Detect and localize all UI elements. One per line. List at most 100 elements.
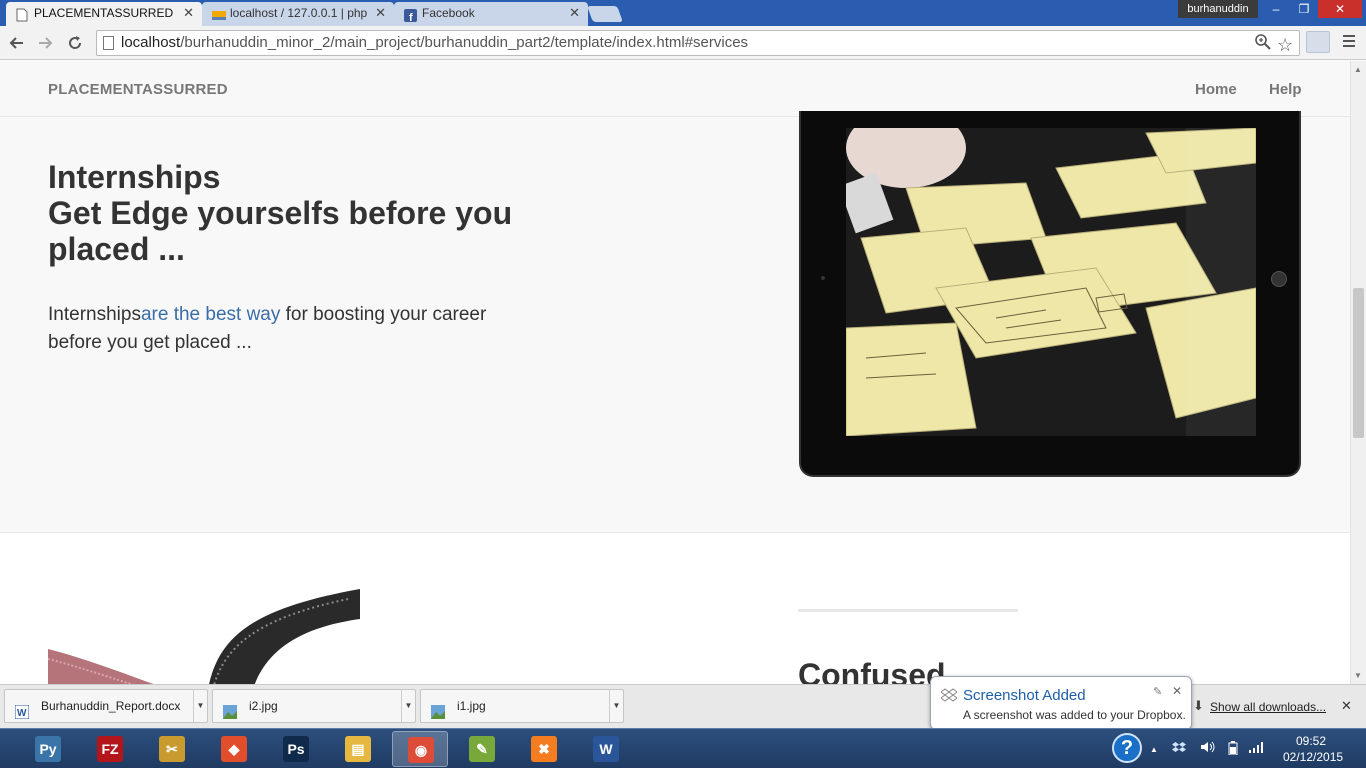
section-heading: Internships Get Edge yourselfs before yo… [48,159,528,267]
git-icon: ◆ [221,736,247,762]
svg-text:f: f [409,12,413,22]
clock-date[interactable]: 02/12/2015 [1283,750,1343,764]
notification-title: Screenshot Added [963,687,1086,704]
internships-section: Internships Get Edge yourselfs before yo… [0,111,1350,533]
tab-placementassurred[interactable]: PLACEMENTASSURRED ✕ [6,2,202,26]
battery-icon[interactable] [1228,741,1238,758]
dropbox-notification[interactable]: Screenshot Added A screenshot was added … [930,676,1192,739]
taskbar-app-photoshop[interactable]: Ps [268,731,324,767]
python-icon: Py [35,736,61,762]
windows-taskbar: Py FZ ✂ ◆ Ps ▤ ◉ ✎ ✖ W ? ▲ 09:52 02/12/2015 [0,728,1366,768]
clock-time[interactable]: 09:52 [1296,734,1326,748]
browser-toolbar: localhost/burhanuddin_minor_2/main_proje… [0,26,1366,60]
close-icon[interactable]: ✕ [183,2,194,24]
scrollbar-thumb[interactable] [1353,288,1364,438]
taskbar-app-notepad-plus[interactable]: ✎ [454,731,510,767]
close-icon[interactable]: ✕ [1172,684,1182,698]
download-item[interactable]: W Burhanuddin_Report.docx ▼ [4,689,208,723]
forward-arrow-icon[interactable] [34,32,56,54]
xampp-icon: ✖ [531,736,557,762]
back-arrow-icon[interactable] [6,32,28,54]
profile-badge[interactable]: burhanuddin [1178,0,1258,18]
chevron-down-icon[interactable]: ▼ [609,690,623,722]
section-lead: Internshipsare the best way for boosting… [48,301,518,357]
scroll-up-arrow-icon[interactable]: ▲ [1354,65,1362,74]
page-icon [16,7,29,22]
nav-link-home[interactable]: Home [1195,81,1237,98]
site-brand[interactable]: PLACEMENTASSURRED [48,81,228,98]
tab-facebook[interactable]: f Facebook ✕ [394,2,588,26]
lead-text: Internships [48,304,141,325]
dropbox-tray-icon[interactable] [1172,741,1186,756]
help-icon[interactable]: ? [1112,733,1142,763]
show-hidden-icons-arrow-icon[interactable]: ▲ [1150,745,1158,754]
close-icon[interactable]: ✕ [375,2,386,24]
taskbar-app-chrome[interactable]: ◉ [392,731,448,767]
reload-icon[interactable] [64,32,86,54]
taskbar-app-filezilla[interactable]: FZ [82,731,138,767]
network-signal-icon[interactable] [1248,741,1264,756]
close-icon[interactable]: ✕ [1341,698,1352,714]
word-icon: W [593,736,619,762]
tab-title: PLACEMENTASSURRED [34,6,174,20]
show-all-downloads-link[interactable]: Show all downloads... [1210,700,1326,714]
download-icon: ⬇ [1193,698,1204,713]
image-file-icon [431,699,445,719]
star-icon[interactable]: ☆ [1277,33,1293,57]
url-host: localhost [121,34,181,51]
phpmyadmin-icon [212,7,226,20]
maximize-button[interactable]: ❐ [1290,0,1318,18]
notification-body: A screenshot was added to your Dropbox. [963,708,1186,722]
tablet-image [799,111,1301,477]
tab-title: Facebook [422,6,475,20]
pin-icon[interactable]: ✎ [1153,685,1162,698]
site-navbar: PLACEMENTASSURRED Home Help [0,61,1350,117]
tablet-home-button [1271,271,1287,287]
chevron-down-icon[interactable]: ▼ [401,690,415,722]
url-path: /burhanuddin_minor_2/main_project/burhan… [180,34,749,51]
hamburger-menu-icon[interactable] [1342,32,1356,53]
tab-phpmyadmin[interactable]: localhost / 127.0.0.1 | php ✕ [202,2,394,26]
confused-section: Confused [0,533,1350,684]
sticky-notes-photo [846,128,1256,436]
page-scrollbar[interactable]: ▲ ▼ [1350,61,1366,684]
taskbar-app-git[interactable]: ◆ [206,731,262,767]
dropbox-icon [940,688,958,705]
new-tab-button[interactable] [587,6,623,22]
tab-title: localhost / 127.0.0.1 | php [230,6,368,20]
lead-link[interactable]: are the best way [141,304,280,325]
volume-icon[interactable] [1200,741,1216,756]
filezilla-icon: FZ [97,736,123,762]
taskbar-app-xampp[interactable]: ✖ [516,731,572,767]
download-item[interactable]: i2.jpg ▼ [212,689,416,723]
page-viewport: PLACEMENTASSURRED Home Help Internships … [0,61,1350,684]
browser-tab-strip: PLACEMENTASSURRED ✕ localhost / 127.0.0.… [0,0,1366,26]
svg-text:W: W [17,708,27,719]
taskbar-app-file-explorer[interactable]: ▤ [330,731,386,767]
photoshop-icon: Ps [283,736,309,762]
chevron-down-icon[interactable]: ▼ [193,690,207,722]
download-item[interactable]: i1.jpg ▼ [420,689,624,723]
heading-line: Get Edge yourselfs before you [48,195,513,231]
nav-link-help[interactable]: Help [1269,81,1302,98]
window-close-button[interactable]: ✕ [1318,0,1362,18]
taskbar-app-word[interactable]: W [578,731,634,767]
extension-icon[interactable] [1306,31,1330,53]
download-filename: i2.jpg [249,699,278,713]
section-heading: Confused [798,657,946,684]
address-bar[interactable]: localhost/burhanuddin_minor_2/main_proje… [96,30,1300,56]
word-doc-icon: W [14,699,30,720]
taskbar-app-python[interactable]: Py [20,731,76,767]
heading-line: Internships [48,159,221,195]
taskbar-app-tools[interactable]: ✂ [144,731,200,767]
word-art-image [47,589,360,684]
notepad-plus-icon: ✎ [469,736,495,762]
scroll-down-arrow-icon[interactable]: ▼ [1354,671,1362,680]
section-divider [798,609,1018,612]
minimize-button[interactable]: – [1262,0,1290,18]
close-icon[interactable]: ✕ [569,2,580,24]
file-explorer-icon: ▤ [345,736,371,762]
download-filename: Burhanuddin_Report.docx [41,699,181,713]
zoom-icon[interactable] [1255,34,1271,58]
facebook-icon: f [404,7,417,24]
